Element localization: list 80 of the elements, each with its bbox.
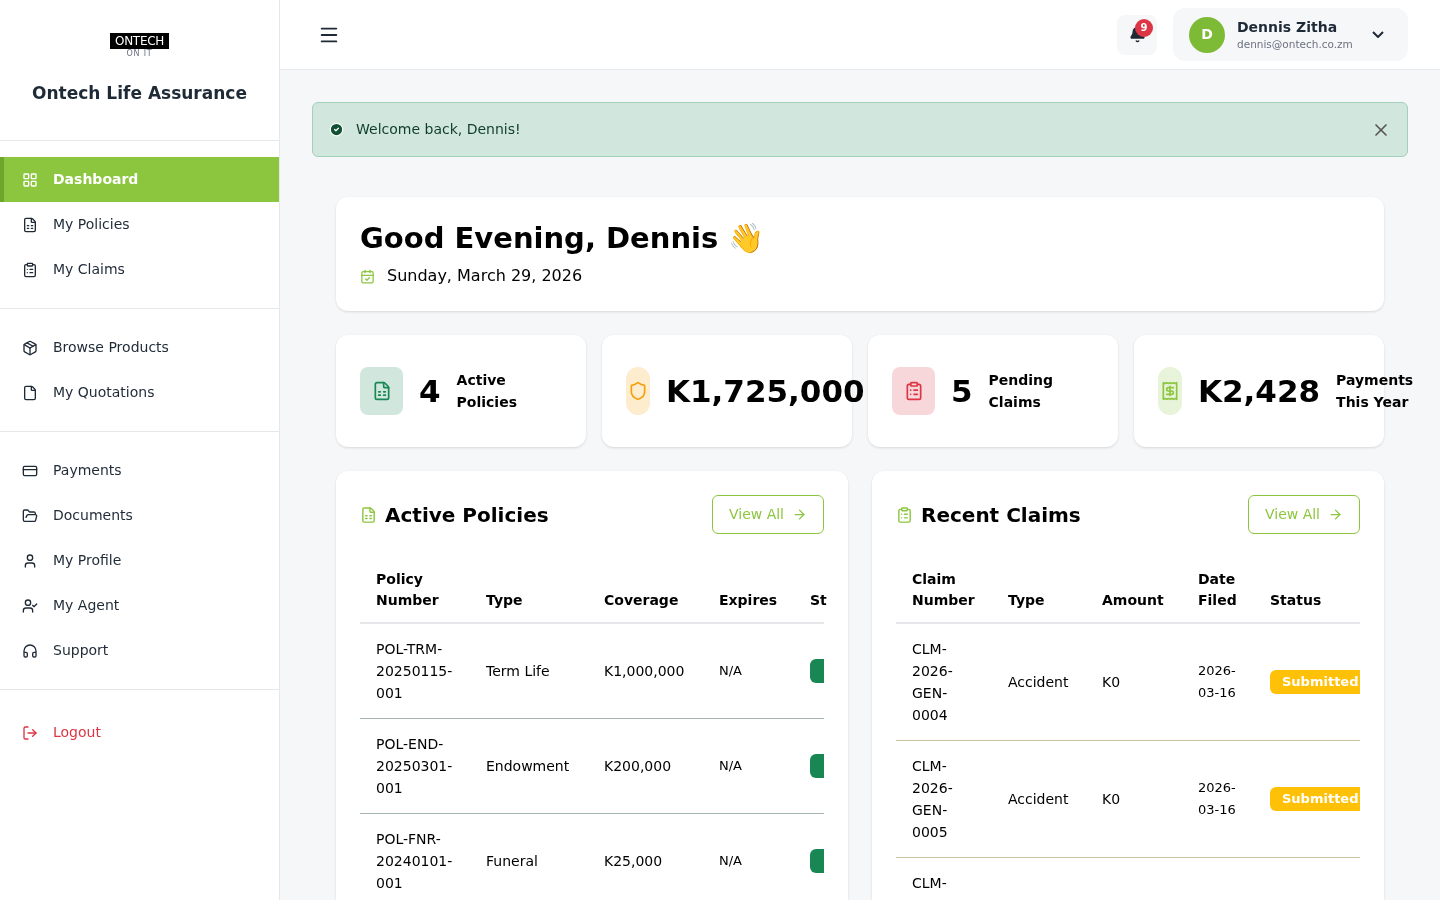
sidebar-item[interactable]: My Policies [0,202,279,247]
document-icon [22,384,38,401]
sidebar-item[interactable]: Documents [0,493,279,538]
user-email: dennis@ontech.co.zm [1237,36,1353,52]
stat-value: K2,428 [1198,371,1321,411]
table-cell: Accident [992,623,1086,741]
stat-label: Payments This Year [1336,371,1415,412]
column-header: Claim Number [896,558,992,623]
sidebar-item[interactable]: My Profile [0,538,279,583]
card-title: Recent Claims [921,501,1081,529]
table-cell: POL-TRM-20250115-001 [360,623,470,719]
table-cell: K1,000,000 [588,623,703,719]
document-icon [360,504,377,525]
headset-icon [22,642,38,659]
sidebar-item[interactable]: Support [0,628,279,673]
logout-icon [22,724,38,741]
table-cell: CLM- [896,857,992,900]
logo-tagline: ON IT [126,49,153,60]
notification-count: 9 [1135,18,1153,37]
table-cell: K0 [1086,623,1182,741]
notifications-button[interactable]: 9 [1117,14,1157,55]
check-icon [329,122,344,137]
column-header: Expires [703,558,794,623]
table-cell: Endowment [470,718,588,814]
sidebar-item[interactable]: Payments [0,448,279,493]
document-icon [22,216,38,233]
table-cell: POL-END-20250301-001 [360,718,470,814]
company-name: Ontech Life Assurance [32,82,247,106]
table-cell: CLM-2026-GEN-0005 [896,740,992,858]
table-cell: K25,000 [588,813,703,900]
alert-message: Welcome back, Dennis! [356,120,522,139]
user-menu[interactable]: D Dennis Zitha dennis@ontech.co.zm [1173,8,1408,61]
stat-value: 4 [419,371,441,411]
table-cell: Funeral [470,813,588,900]
logo: ONTECH [110,33,169,50]
table-cell: POL-FNR-20240101-001 [360,813,470,900]
stat-label: Pending Claims [988,371,1055,412]
grid-icon [22,171,38,188]
column-header: Date Filed [1182,558,1254,623]
calendar-icon [360,268,375,284]
sidebar-item[interactable]: Browse Products [0,325,279,370]
arrow-icon [792,507,807,522]
table-cell: CLM-2026-GEN-0004 [896,623,992,741]
column-header: Status [1254,558,1360,623]
sidebar-item[interactable]: My Claims [0,247,279,292]
clipboard-icon [22,261,38,278]
user-icon [22,552,38,569]
sidebar-item[interactable]: Logout [0,710,279,755]
table-cell: N/A [703,813,794,900]
stat-label: Active Policies [456,371,518,412]
column-header: Amount [1086,558,1182,623]
column-header: Policy Number [360,558,470,623]
status-badge: Submitted [1270,670,1360,694]
user-name: Dennis Zitha [1237,17,1338,36]
date-text: Sunday, March 29, 2026 [387,265,583,287]
table-cell: K200,000 [588,718,703,814]
table-cell: K0 [1086,740,1182,858]
column-header: Type [470,558,588,623]
stat-value: 5 [951,371,973,411]
column-header: Coverage [588,558,703,623]
clipboard-icon [896,504,913,525]
box-icon [22,339,38,356]
sidebar-item[interactable]: My Agent [0,583,279,628]
column-header: Type [992,558,1086,623]
status-badge: Submitted [1270,787,1360,811]
chevron-icon [1372,31,1384,38]
card-title: Active Policies [385,501,549,529]
table-cell: 2026-03-16 [1182,740,1254,858]
arrow-icon [1328,507,1343,522]
folder-icon [22,507,38,524]
table-cell: N/A [703,718,794,814]
avatar: D [1189,16,1225,53]
table-cell: N/A [703,623,794,719]
greeting-title: Good Evening, Dennis 👋 [360,220,766,256]
user-icon [22,597,38,614]
table-cell: Accident [992,740,1086,858]
stat-value: K1,725,000 [666,371,865,411]
table-cell: Term Life [470,623,588,719]
table-cell: 2026-03-16 [1182,623,1254,741]
sidebar-item[interactable]: My Quotations [0,370,279,415]
